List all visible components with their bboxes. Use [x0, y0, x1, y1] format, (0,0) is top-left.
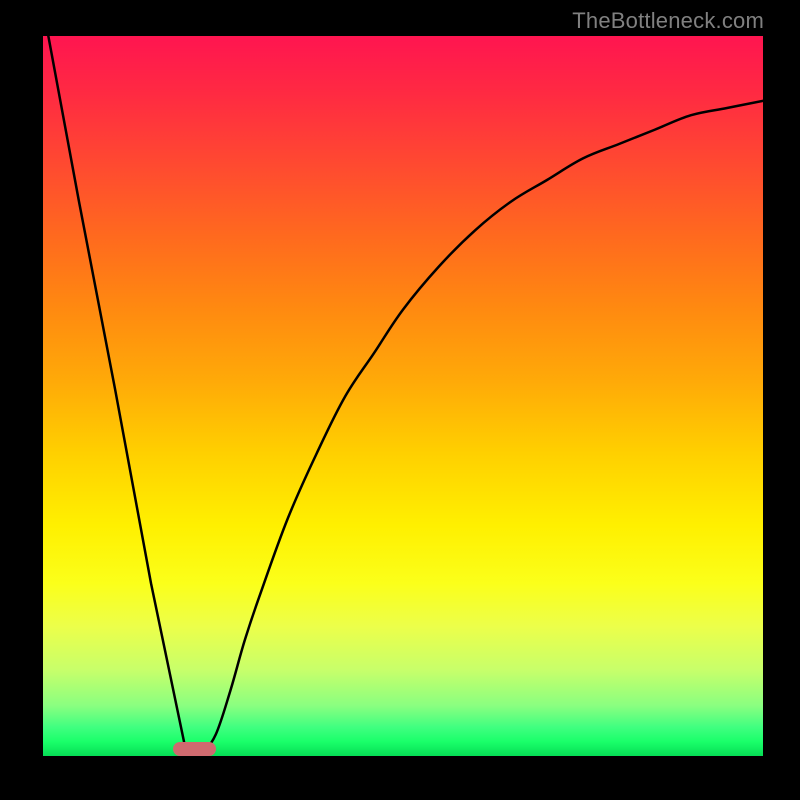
curve-left-branch [43, 36, 201, 756]
curve-right-branch [201, 101, 763, 756]
bottleneck-marker [173, 742, 216, 756]
chart-frame: TheBottleneck.com [0, 0, 800, 800]
curve-svg [43, 36, 763, 756]
plot-area [43, 36, 763, 756]
watermark-text: TheBottleneck.com [572, 8, 764, 34]
